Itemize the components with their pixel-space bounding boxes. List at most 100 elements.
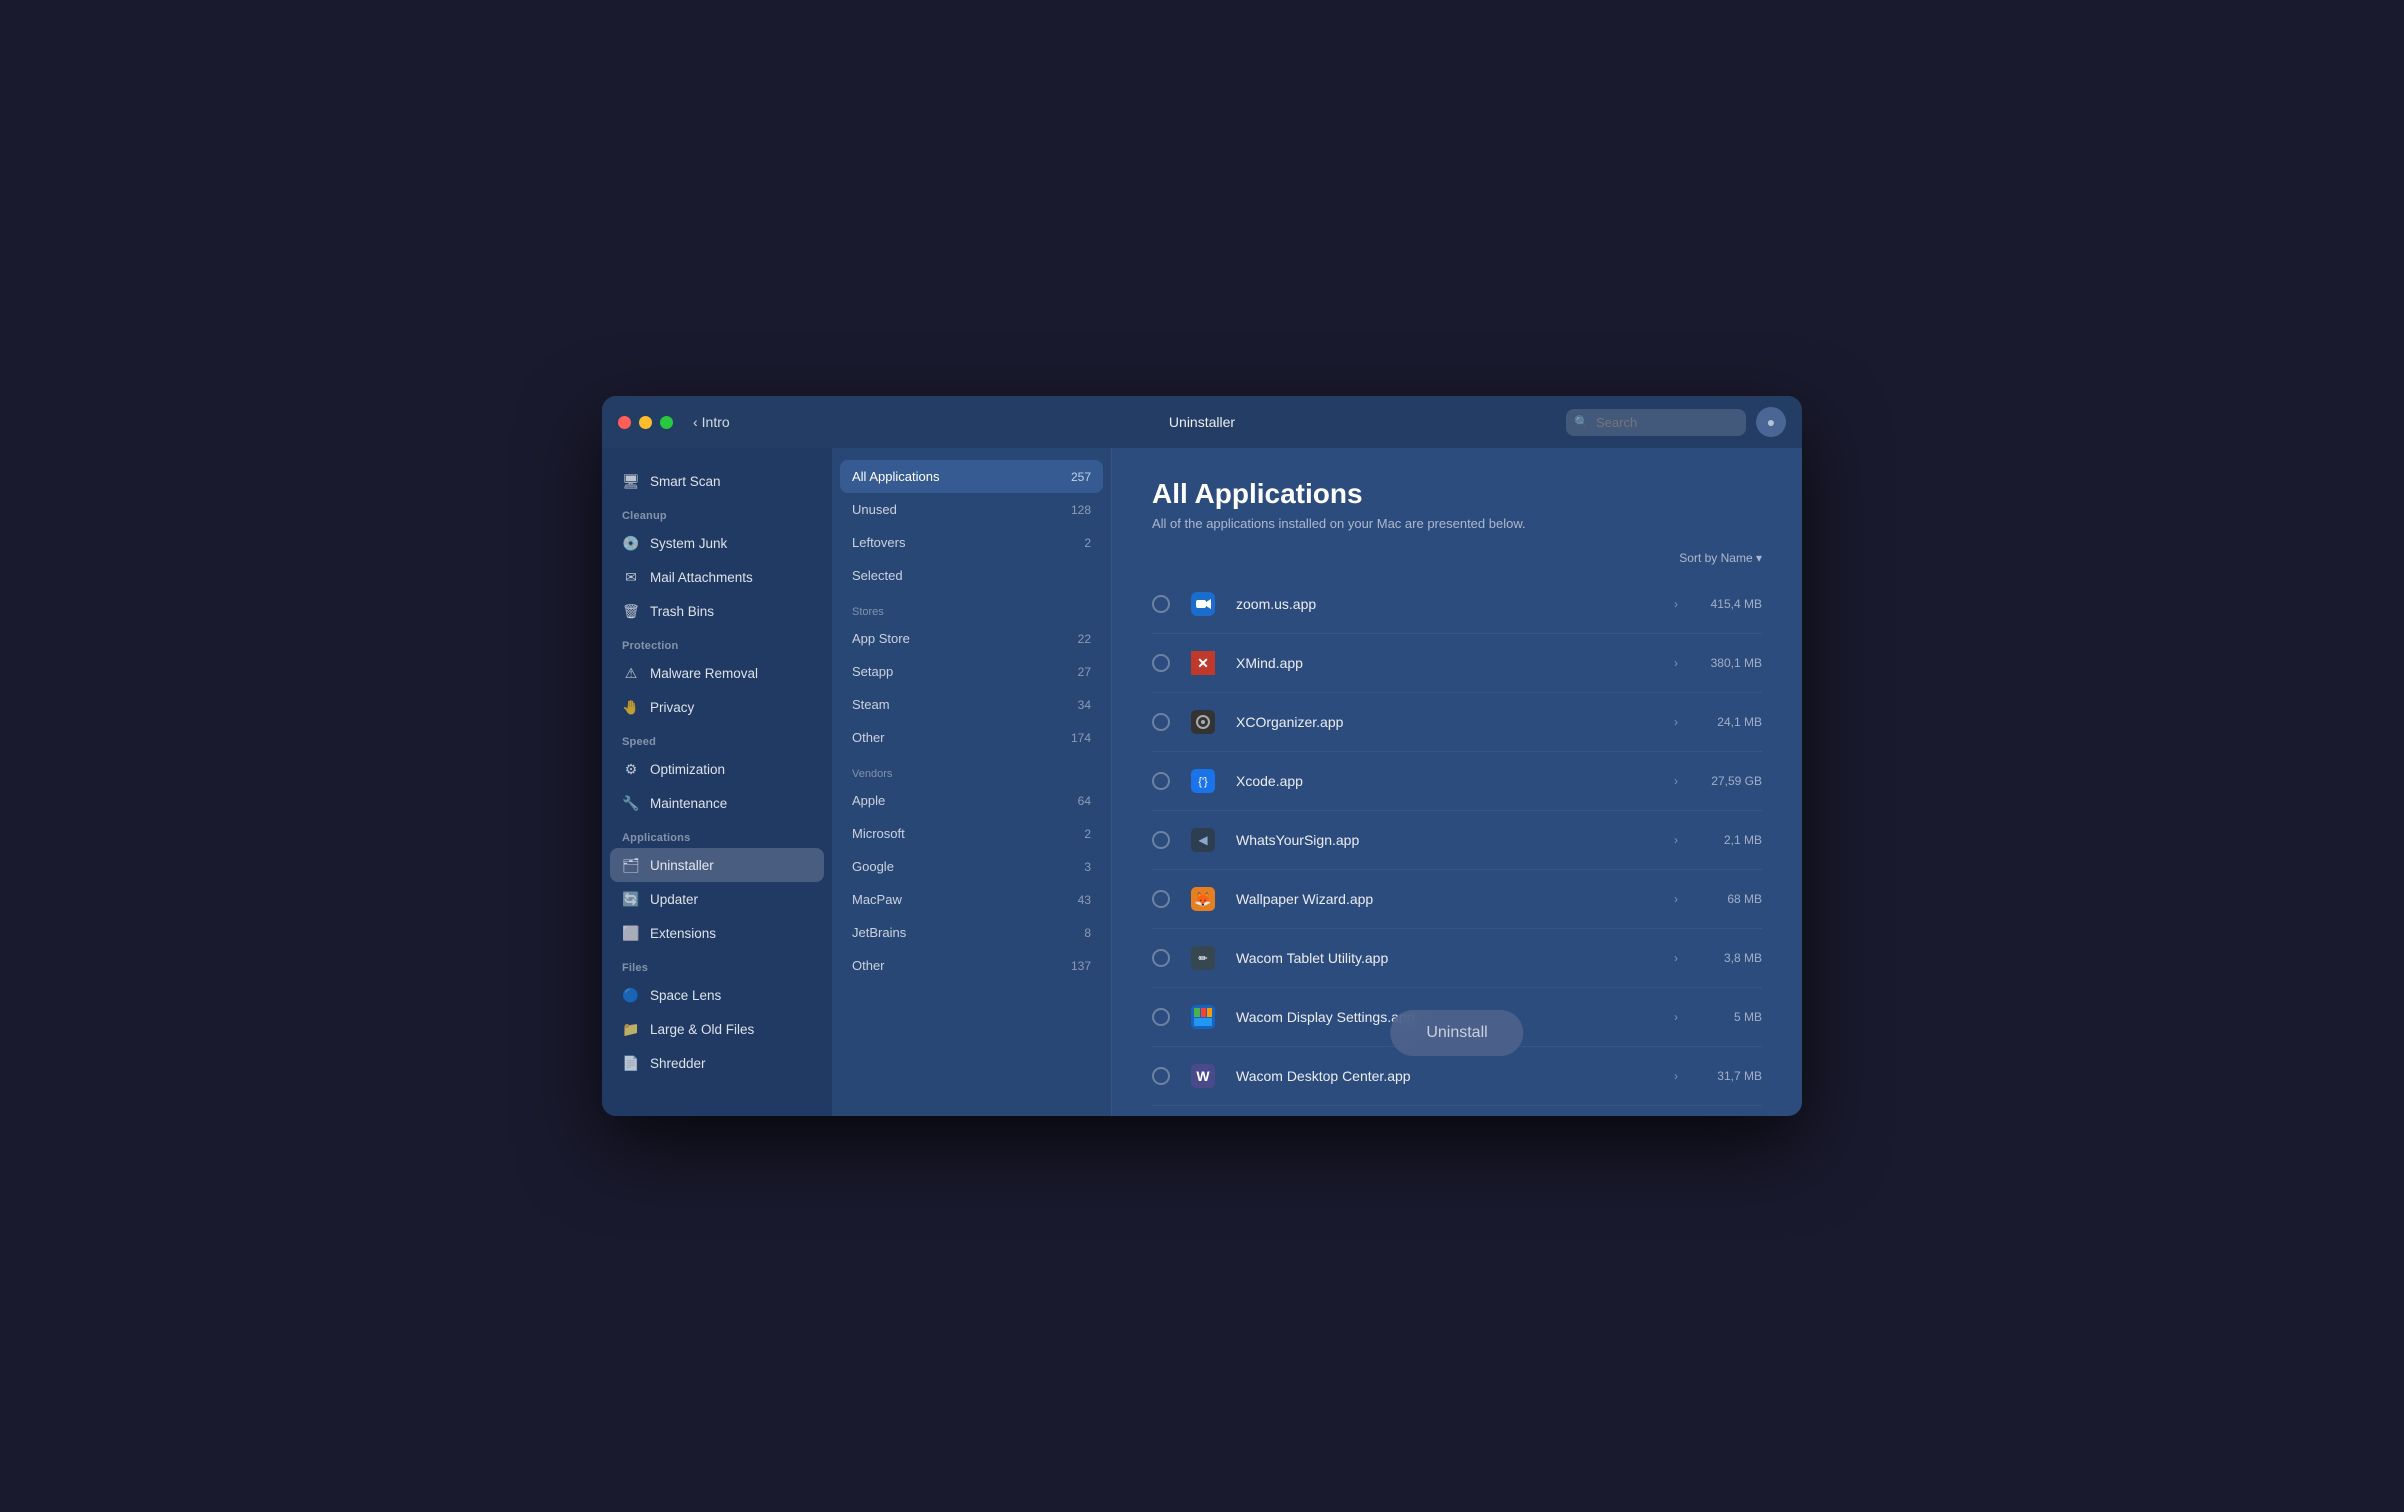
vendor-item[interactable]: MacPaw 43 [832,883,1111,916]
app-expand-icon[interactable]: › [1674,715,1678,729]
app-checkbox[interactable] [1152,713,1170,731]
sidebar-item-mail-attachments[interactable]: ✉ Mail Attachments [602,560,832,594]
table-row[interactable]: ✕ XMind.app › 380,1 MB [1152,634,1762,693]
sidebar-item-maintenance[interactable]: 🔧 Maintenance [602,786,832,820]
app-name: Xcode.app [1236,773,1660,789]
trash-icon: 🗑 [622,602,640,620]
app-expand-icon[interactable]: › [1674,597,1678,611]
app-checkbox[interactable] [1152,831,1170,849]
close-button[interactable] [618,416,631,429]
sidebar-label-malware: Malware Removal [650,666,758,681]
sidebar-item-privacy[interactable]: 🤚 Privacy [602,690,832,724]
app-size: 27,59 GB [1692,774,1762,788]
app-expand-icon[interactable]: › [1674,892,1678,906]
sidebar-item-malware-removal[interactable]: ⚠ Malware Removal [602,656,832,690]
sidebar-label-optimization: Optimization [650,762,725,777]
titlebar: ‹ Intro Uninstaller 🔍 ● [602,396,1802,448]
sidebar-item-smart-scan[interactable]: 🖥 Smart Scan [602,464,832,498]
filter-count: 2 [1084,536,1091,550]
sidebar-label-updater: Updater [650,892,698,907]
filter-item[interactable]: Leftovers 2 [832,526,1111,559]
app-checkbox[interactable] [1152,654,1170,672]
sidebar-label-space-lens: Space Lens [650,988,721,1003]
table-row[interactable]: {'} Xcode.app › 27,59 GB [1152,752,1762,811]
app-expand-icon[interactable]: › [1674,951,1678,965]
uninstaller-icon: 🗂 [622,856,640,874]
table-row[interactable]: XCOrganizer.app › 24,1 MB [1152,693,1762,752]
app-window: ‹ Intro Uninstaller 🔍 ● 🖥 Smart Scan Cle… [602,396,1802,1116]
sidebar-item-large-old-files[interactable]: 📁 Large & Old Files [602,1012,832,1046]
vendor-item[interactable]: JetBrains8 [832,916,1111,949]
store-count: 27 [1078,665,1091,679]
search-input[interactable] [1566,409,1746,436]
app-expand-icon[interactable]: › [1674,656,1678,670]
store-item[interactable]: Other174 [832,721,1111,754]
app-expand-icon[interactable]: › [1674,833,1678,847]
vendor-item[interactable]: Other137 [832,949,1111,982]
vendor-item[interactable]: Microsoft2 [832,817,1111,850]
applications-section-label: Applications [602,820,832,848]
table-row[interactable]: ◀ WhatsYourSign.app › 2,1 MB [1152,811,1762,870]
app-checkbox[interactable] [1152,949,1170,967]
app-checkbox[interactable] [1152,1067,1170,1085]
store-count: 22 [1078,632,1091,646]
sidebar-item-space-lens[interactable]: 🔵 Space Lens [602,978,832,1012]
svg-text:◀: ◀ [1198,833,1208,847]
stores-list: App Store 22 Setapp27Steam34Other174 [832,622,1111,754]
sidebar-item-trash-bins[interactable]: 🗑 Trash Bins [602,594,832,628]
sidebar-item-uninstaller[interactable]: 🗂 Uninstaller [610,848,824,882]
sidebar-item-optimization[interactable]: ⚙ Optimization [602,752,832,786]
table-row[interactable]: i VoodooPad Utility.app › 11,7 MB [1152,1106,1762,1116]
extensions-icon: ⬜ [622,924,640,942]
minimize-button[interactable] [639,416,652,429]
sidebar-item-updater[interactable]: 🔄 Updater [602,882,832,916]
fullscreen-button[interactable] [660,416,673,429]
app-name: XCOrganizer.app [1236,714,1660,730]
vendor-count: 43 [1078,893,1091,907]
filter-label: All Applications [852,469,939,484]
vendor-count: 137 [1071,959,1091,973]
store-label: App Store [852,631,910,646]
sidebar-label-mail: Mail Attachments [650,570,753,585]
main-content: 🖥 Smart Scan Cleanup 💿 System Junk ✉ Mai… [602,448,1802,1116]
app-expand-icon[interactable]: › [1674,1010,1678,1024]
app-name: XMind.app [1236,655,1660,671]
avatar-icon: ● [1767,414,1775,430]
protection-section-label: Protection [602,628,832,656]
filter-item[interactable]: All Applications257 [840,460,1103,493]
app-checkbox[interactable] [1152,595,1170,613]
smart-scan-icon: 🖥 [622,472,640,490]
app-checkbox[interactable] [1152,1008,1170,1026]
table-row[interactable]: ✏ Wacom Tablet Utility.app › 3,8 MB [1152,929,1762,988]
avatar-button[interactable]: ● [1756,407,1786,437]
vendor-label: Apple [852,793,885,808]
vendor-item[interactable]: Apple64 [832,784,1111,817]
svg-text:✕: ✕ [1197,655,1209,671]
app-expand-icon[interactable]: › [1674,1069,1678,1083]
back-label: Intro [702,414,730,430]
sidebar-item-shredder[interactable]: 📄 Shredder [602,1046,832,1080]
table-row[interactable]: zoom.us.app › 415,4 MB [1152,575,1762,634]
shredder-icon: 📄 [622,1054,640,1072]
filter-item[interactable]: Selected [832,559,1111,592]
vendor-label: MacPaw [852,892,902,907]
filter-item[interactable]: Unused128 [832,493,1111,526]
filter-label: Leftovers [852,535,905,550]
privacy-icon: 🤚 [622,698,640,716]
store-item[interactable]: App Store 22 [832,622,1111,655]
uninstall-button[interactable]: Uninstall [1390,1010,1523,1056]
app-expand-icon[interactable]: › [1674,774,1678,788]
back-button[interactable]: ‹ Intro [693,414,730,430]
vendor-item[interactable]: Google3 [832,850,1111,883]
app-icon: ✕ [1184,644,1222,682]
app-checkbox[interactable] [1152,772,1170,790]
table-row[interactable]: 🦊 Wallpaper Wizard.app › 68 MB [1152,870,1762,929]
app-icon [1184,998,1222,1036]
sort-button[interactable]: Sort by Name ▾ [1679,551,1762,565]
app-icon: 🦊 [1184,880,1222,918]
sidebar-item-extensions[interactable]: ⬜ Extensions [602,916,832,950]
app-checkbox[interactable] [1152,890,1170,908]
store-item[interactable]: Setapp27 [832,655,1111,688]
store-item[interactable]: Steam34 [832,688,1111,721]
sidebar-item-system-junk[interactable]: 💿 System Junk [602,526,832,560]
